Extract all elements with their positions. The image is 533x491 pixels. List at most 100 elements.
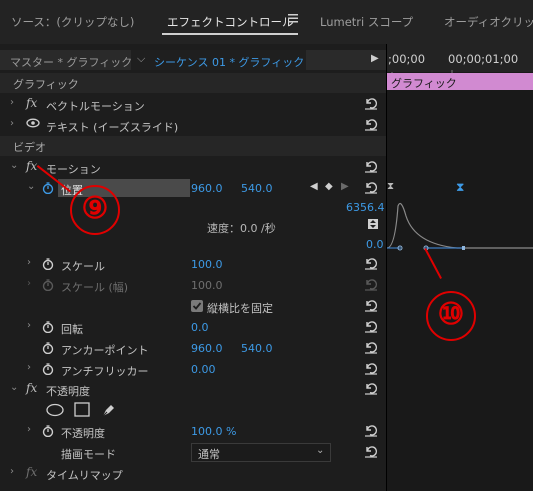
reset-icon[interactable] (364, 362, 378, 375)
velocity-max: 6356.4 (346, 201, 385, 214)
section-video-label: ビデオ (13, 141, 46, 154)
fx-icon[interactable]: fx (26, 381, 37, 395)
ellipse-mask-icon[interactable] (46, 403, 64, 417)
chevron-right-icon[interactable]: › (27, 257, 31, 268)
param-label: スケール (61, 260, 105, 273)
effect-label: モーション (46, 163, 101, 176)
reset-icon[interactable] (364, 118, 378, 131)
blend-mode-dropdown[interactable]: 通常 ⌄ (191, 443, 331, 462)
section-graphic: グラフィック (0, 73, 386, 93)
chevron-right-icon[interactable]: › (10, 466, 14, 477)
effect-label: テキスト (イーズスライド) (46, 121, 179, 134)
param-row-scale[interactable]: › スケール 100.0 (0, 254, 386, 275)
graph-fit-icon[interactable] (368, 219, 378, 229)
param-row-rotation[interactable]: › 回転 0.0 (0, 317, 386, 338)
anti-flicker-value[interactable]: 0.00 (191, 363, 216, 376)
param-row-opacity[interactable]: › 不透明度 100.0 % (0, 421, 386, 442)
annotation-10-badge: ⑩ (426, 291, 476, 341)
tab-lumetri-scopes[interactable]: Lumetri スコープ (320, 14, 413, 30)
timecode-one-second: 00;00;01;00 (448, 52, 519, 66)
active-tab-underline (162, 33, 298, 35)
stopwatch-icon[interactable] (42, 258, 54, 271)
timecode-start: ;00;00 (388, 52, 426, 66)
position-y-value[interactable]: 540.0 (241, 182, 273, 195)
param-row-anchor-point[interactable]: アンカーポイント 960.0 540.0 (0, 338, 386, 359)
chevron-right-icon[interactable]: › (27, 320, 31, 331)
pen-mask-icon[interactable] (101, 402, 117, 418)
rectangle-mask-icon[interactable] (74, 402, 90, 417)
keyframe-left-icon[interactable]: ⧗ (387, 181, 394, 192)
param-label: スケール (幅) (61, 281, 129, 294)
effect-row-motion[interactable]: ⌄ fx モーション (0, 157, 386, 178)
fx-icon[interactable]: fx (26, 96, 37, 110)
tab-effect-controls[interactable]: エフェクトコントロール (167, 14, 294, 30)
eye-icon[interactable] (26, 118, 40, 128)
param-row-blend-mode[interactable]: 描画モード 通常 ⌄ (0, 442, 386, 463)
effect-row-time-remap[interactable]: › fx タイムリマップ (0, 463, 386, 484)
reset-icon[interactable] (364, 424, 378, 437)
effect-row-vector-motion[interactable]: › fx ベクトルモーション (0, 94, 386, 115)
chevron-right-icon[interactable]: › (10, 118, 14, 129)
effect-row-text[interactable]: › テキスト (イーズスライド) (0, 115, 386, 136)
reset-icon[interactable] (364, 382, 378, 395)
scale-width-value: 100.0 (191, 279, 223, 292)
opacity-value[interactable]: 100.0 % (191, 425, 236, 438)
position-x-value[interactable]: 960.0 (191, 182, 223, 195)
chevron-right-icon[interactable]: › (10, 97, 14, 108)
panel-divider[interactable] (386, 44, 387, 491)
uniform-scale-label: 縦横比を固定 (207, 302, 273, 315)
prev-keyframe-icon[interactable]: ◀ (310, 181, 318, 192)
master-label[interactable]: マスター * グラフィック (10, 54, 132, 70)
param-row-uniform-scale[interactable]: 縦横比を固定 (0, 296, 386, 317)
anchor-y-value[interactable]: 540.0 (241, 342, 273, 355)
reset-icon[interactable] (364, 257, 378, 270)
param-label: 描画モード (61, 448, 116, 461)
reset-icon[interactable] (364, 97, 378, 110)
ruler-ticks (387, 66, 533, 76)
hamburger-menu-icon[interactable] (288, 13, 299, 23)
velocity-graph[interactable] (386, 196, 533, 256)
reset-icon[interactable] (364, 320, 378, 333)
velocity-min: 0.0 (366, 238, 384, 251)
sequence-label[interactable]: シーケンス 01 * グラフィック (154, 54, 304, 70)
play-triangle-icon[interactable]: ▶ (371, 53, 379, 64)
tab-audio-clip[interactable]: オーディオクリップ (444, 14, 533, 30)
param-label: 回転 (61, 323, 83, 336)
chevron-right-icon[interactable]: › (27, 362, 31, 373)
rotation-value[interactable]: 0.0 (191, 321, 209, 334)
effect-label: タイムリマップ (46, 469, 123, 482)
tab-source[interactable]: ソース：(クリップなし) (11, 14, 134, 30)
reset-icon[interactable] (364, 160, 378, 173)
panel-tab-bar: ソース：(クリップなし) エフェクトコントロール Lumetri スコープ オー… (0, 0, 533, 44)
reset-icon[interactable] (364, 445, 378, 458)
clip-label: グラフィック (391, 77, 457, 90)
chevron-down-icon[interactable]: ⌄ (10, 382, 18, 393)
stopwatch-icon[interactable] (42, 425, 54, 438)
chevron-down-icon[interactable]: ⌄ (10, 160, 18, 171)
scale-value[interactable]: 100.0 (191, 258, 223, 271)
effect-row-opacity[interactable]: ⌄ fx 不透明度 (0, 379, 386, 400)
stopwatch-icon[interactable] (42, 363, 54, 376)
section-video: ビデオ (0, 136, 386, 156)
stopwatch-icon[interactable] (42, 321, 54, 334)
reset-icon[interactable] (364, 341, 378, 354)
keyframe-right-icon[interactable]: ⧗ (456, 180, 464, 195)
reset-icon[interactable] (364, 181, 378, 194)
next-keyframe-icon[interactable]: ▶ (341, 181, 349, 192)
velocity-label: 速度：0.0 /秒 (207, 222, 276, 235)
chevron-down-icon: ⌄ (316, 445, 325, 456)
param-row-anti-flicker[interactable]: › アンチフリッカー 0.00 (0, 359, 386, 380)
chevron-down-icon[interactable]: ⌄ (27, 181, 35, 192)
fx-icon[interactable]: fx (26, 465, 37, 479)
chevron-down-icon: ⌵ (137, 52, 146, 65)
uniform-scale-checkbox[interactable] (191, 300, 203, 312)
timeline-area[interactable] (387, 44, 533, 491)
stopwatch-icon (42, 279, 54, 292)
add-keyframe-icon[interactable]: ◆ (325, 181, 333, 192)
stopwatch-icon[interactable] (42, 342, 54, 355)
stopwatch-icon-active[interactable] (42, 182, 54, 195)
chevron-right-icon[interactable]: › (27, 424, 31, 435)
anchor-x-value[interactable]: 960.0 (191, 342, 223, 355)
reset-icon[interactable] (364, 299, 378, 312)
reset-icon (364, 278, 378, 291)
